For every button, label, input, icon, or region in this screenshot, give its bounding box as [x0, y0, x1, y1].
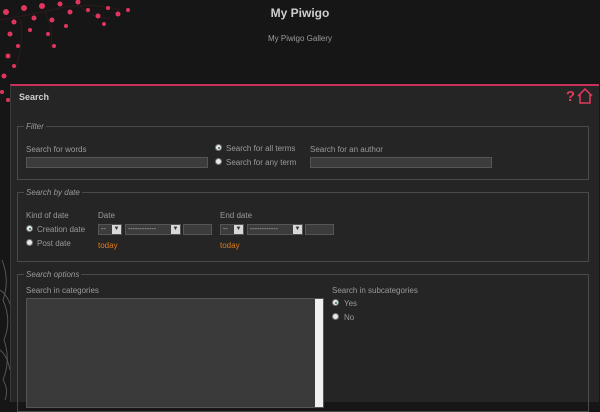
chevron-down-icon: ▼: [112, 225, 121, 234]
subcategories-label: Search in subcategories: [332, 286, 418, 295]
site-subtitle: My Piwigo Gallery: [267, 34, 332, 43]
start-day-value: --: [101, 226, 106, 233]
subcats-no-radio[interactable]: [332, 313, 339, 320]
site-title[interactable]: My Piwigo: [0, 6, 600, 20]
subcats-no-label: No: [344, 313, 355, 322]
post-date-label: Post date: [37, 239, 71, 248]
start-month-select[interactable]: ------------ ▼: [125, 224, 181, 235]
help-icon[interactable]: ?: [566, 88, 575, 105]
end-day-value: --: [223, 226, 228, 233]
end-date-label: End date: [220, 211, 253, 220]
chevron-down-icon: ▼: [171, 225, 180, 234]
all-terms-radio[interactable]: [215, 144, 222, 151]
start-day-select[interactable]: -- ▼: [98, 224, 122, 235]
author-label: Search for an author: [310, 145, 383, 154]
search-panel: Search ? Filter Search for words Search …: [10, 84, 599, 412]
options-legend: Search options: [26, 270, 80, 279]
end-month-value: ------------: [250, 226, 278, 233]
start-today-link[interactable]: today: [98, 241, 118, 250]
creation-date-radio[interactable]: [26, 225, 33, 232]
end-year-input[interactable]: [305, 224, 334, 235]
end-day-select[interactable]: -- ▼: [220, 224, 244, 235]
categories-listbox[interactable]: [26, 298, 324, 408]
home-icon[interactable]: [577, 88, 593, 104]
any-term-label: Search for any term: [226, 158, 297, 167]
any-term-radio[interactable]: [215, 158, 222, 165]
page-title: Search: [19, 92, 50, 102]
options-fieldset: Search options Search in categories Sear…: [17, 270, 589, 412]
all-terms-label: Search for all terms: [226, 144, 296, 153]
categories-label: Search in categories: [26, 286, 99, 295]
subcats-yes-radio[interactable]: [332, 299, 339, 306]
start-year-input[interactable]: [183, 224, 212, 235]
chevron-down-icon: ▼: [234, 225, 243, 234]
subcats-yes-label: Yes: [344, 299, 358, 308]
chevron-down-icon: ▼: [293, 225, 302, 234]
creation-date-label: Creation date: [37, 225, 86, 234]
kind-of-date-label: Kind of date: [26, 211, 69, 220]
filter-legend: Filter: [26, 122, 44, 131]
search-words-input[interactable]: [26, 157, 208, 168]
end-today-link[interactable]: today: [220, 241, 240, 250]
categories-scrollbar[interactable]: [315, 299, 323, 407]
start-date-label: Date: [98, 211, 115, 220]
author-input[interactable]: [310, 157, 492, 168]
date-legend: Search by date: [26, 188, 80, 197]
filter-fieldset: Filter Search for words Search for all t…: [17, 122, 589, 180]
end-month-select[interactable]: ------------ ▼: [247, 224, 303, 235]
words-label: Search for words: [26, 145, 87, 154]
date-fieldset: Search by date Kind of date Creation dat…: [17, 188, 589, 262]
post-date-radio[interactable]: [26, 239, 33, 246]
start-month-value: ------------: [128, 226, 156, 233]
